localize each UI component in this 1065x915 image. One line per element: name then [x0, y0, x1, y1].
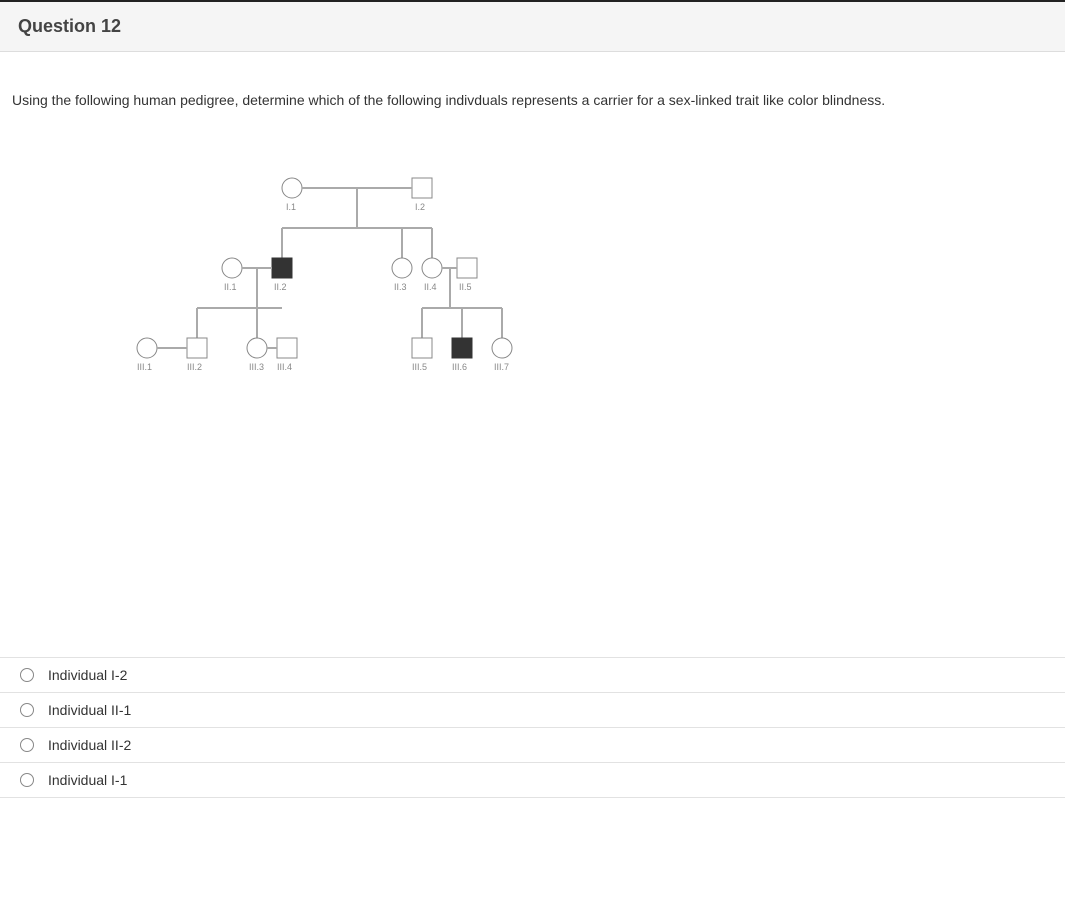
- pedigree-figure: I.1 I.2 II.1 II.2: [0, 118, 1065, 658]
- radio-option-4[interactable]: [20, 773, 34, 787]
- answer-list: Individual I-2 Individual II-1 Individua…: [0, 657, 1065, 798]
- answer-option-3[interactable]: Individual II-2: [0, 727, 1065, 763]
- label-III5: III.5: [412, 362, 427, 372]
- answer-option-2[interactable]: Individual II-1: [0, 692, 1065, 728]
- label-I1: I.1: [286, 202, 296, 212]
- person-III3-female-icon: [247, 338, 267, 358]
- person-II2-male-icon: [272, 258, 292, 278]
- answer-label: Individual I-2: [48, 667, 127, 683]
- answer-label: Individual II-2: [48, 737, 131, 753]
- person-II4-female-icon: [422, 258, 442, 278]
- person-II3-female-icon: [392, 258, 412, 278]
- label-III4: III.4: [277, 362, 292, 372]
- question-prompt: Using the following human pedigree, dete…: [0, 52, 1065, 118]
- question-header: Question 12: [0, 0, 1065, 52]
- label-III2: III.2: [187, 362, 202, 372]
- radio-option-3[interactable]: [20, 738, 34, 752]
- person-III6-male-icon: [452, 338, 472, 358]
- label-II4: II.4: [424, 282, 437, 292]
- question-number: Question 12: [18, 16, 121, 36]
- person-III4-male-icon: [277, 338, 297, 358]
- person-II1-female-icon: [222, 258, 242, 278]
- question-page: Question 12 Using the following human pe…: [0, 0, 1065, 798]
- person-III2-male-icon: [187, 338, 207, 358]
- label-II3: II.3: [394, 282, 407, 292]
- label-III6: III.6: [452, 362, 467, 372]
- label-I2: I.2: [415, 202, 425, 212]
- person-III7-female-icon: [492, 338, 512, 358]
- label-III7: III.7: [494, 362, 509, 372]
- label-II1: II.1: [224, 282, 237, 292]
- label-II5: II.5: [459, 282, 472, 292]
- label-III3: III.3: [249, 362, 264, 372]
- person-III1-female-icon: [137, 338, 157, 358]
- radio-option-2[interactable]: [20, 703, 34, 717]
- radio-option-1[interactable]: [20, 668, 34, 682]
- person-III5-male-icon: [412, 338, 432, 358]
- person-II5-male-icon: [457, 258, 477, 278]
- person-I1-female-icon: [282, 178, 302, 198]
- answer-option-1[interactable]: Individual I-2: [0, 657, 1065, 693]
- answer-option-4[interactable]: Individual I-1: [0, 762, 1065, 798]
- answer-label: Individual I-1: [48, 772, 127, 788]
- label-II2: II.2: [274, 282, 287, 292]
- answer-label: Individual II-1: [48, 702, 131, 718]
- label-III1: III.1: [137, 362, 152, 372]
- person-I2-male-icon: [412, 178, 432, 198]
- prompt-text: Using the following human pedigree, dete…: [12, 92, 885, 108]
